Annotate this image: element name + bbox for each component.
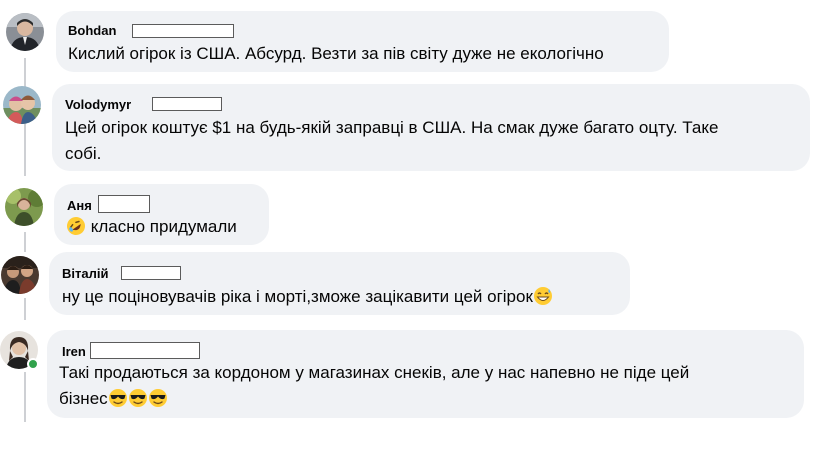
comment-author[interactable]: Bohdan	[68, 23, 116, 38]
comment-bubble: Iren Такі продаються за кордоном у магаз…	[47, 330, 804, 418]
avatar[interactable]	[6, 13, 44, 51]
sunglasses-emoji	[148, 389, 167, 407]
comment-author[interactable]: Віталій	[62, 266, 108, 281]
online-status-badge	[27, 358, 39, 370]
redacted-name	[152, 97, 222, 111]
comment-bubble: Аня класно придумали	[54, 184, 269, 245]
comment-text: класно придумали	[90, 217, 237, 236]
comment-text: ну це поціновувачів ріка і морті,зможе з…	[62, 287, 533, 306]
avatar[interactable]	[5, 188, 43, 226]
thread-line	[24, 232, 26, 252]
comment-text: Кислий огірок із США. Абсурд. Везти за п…	[68, 44, 604, 63]
avatar[interactable]	[3, 86, 41, 124]
comment-bubble: Bohdan Кислий огірок із США. Абсурд. Вез…	[56, 11, 669, 72]
comment-author[interactable]: Volodymyr	[65, 97, 131, 112]
comment-text-row: класно придумали	[66, 214, 237, 240]
sunglasses-emoji	[128, 389, 147, 407]
redacted-name	[121, 266, 181, 280]
comment-text-line: Цей огірок коштує $1 на будь-якій заправ…	[65, 118, 719, 137]
comment-text-line: собі.	[65, 144, 102, 163]
thread-line	[24, 372, 26, 422]
redacted-name	[90, 342, 200, 359]
redacted-name	[98, 195, 150, 213]
redacted-name	[132, 24, 234, 38]
comment-text-row: ну це поціновувачів ріка і морті,зможе з…	[62, 284, 553, 310]
comment-text-line: Такі продаються за кордоном у магазинах …	[59, 363, 690, 382]
grinning-sweat-emoji	[533, 287, 552, 305]
comment-bubble: Volodymyr Цей огірок коштує $1 на будь-я…	[52, 84, 810, 171]
rolling-laughing-emoji	[67, 217, 85, 235]
thread-line	[24, 298, 26, 320]
comment-text-row: бізнес	[59, 386, 168, 412]
sunglasses-emoji	[108, 389, 127, 407]
comment-text-line: бізнес	[59, 389, 108, 408]
avatar[interactable]	[1, 256, 39, 294]
comment-author[interactable]: Iren	[62, 344, 86, 359]
comment-bubble: Віталій ну це поціновувачів ріка і морті…	[49, 252, 630, 315]
comment-author[interactable]: Аня	[67, 198, 92, 213]
